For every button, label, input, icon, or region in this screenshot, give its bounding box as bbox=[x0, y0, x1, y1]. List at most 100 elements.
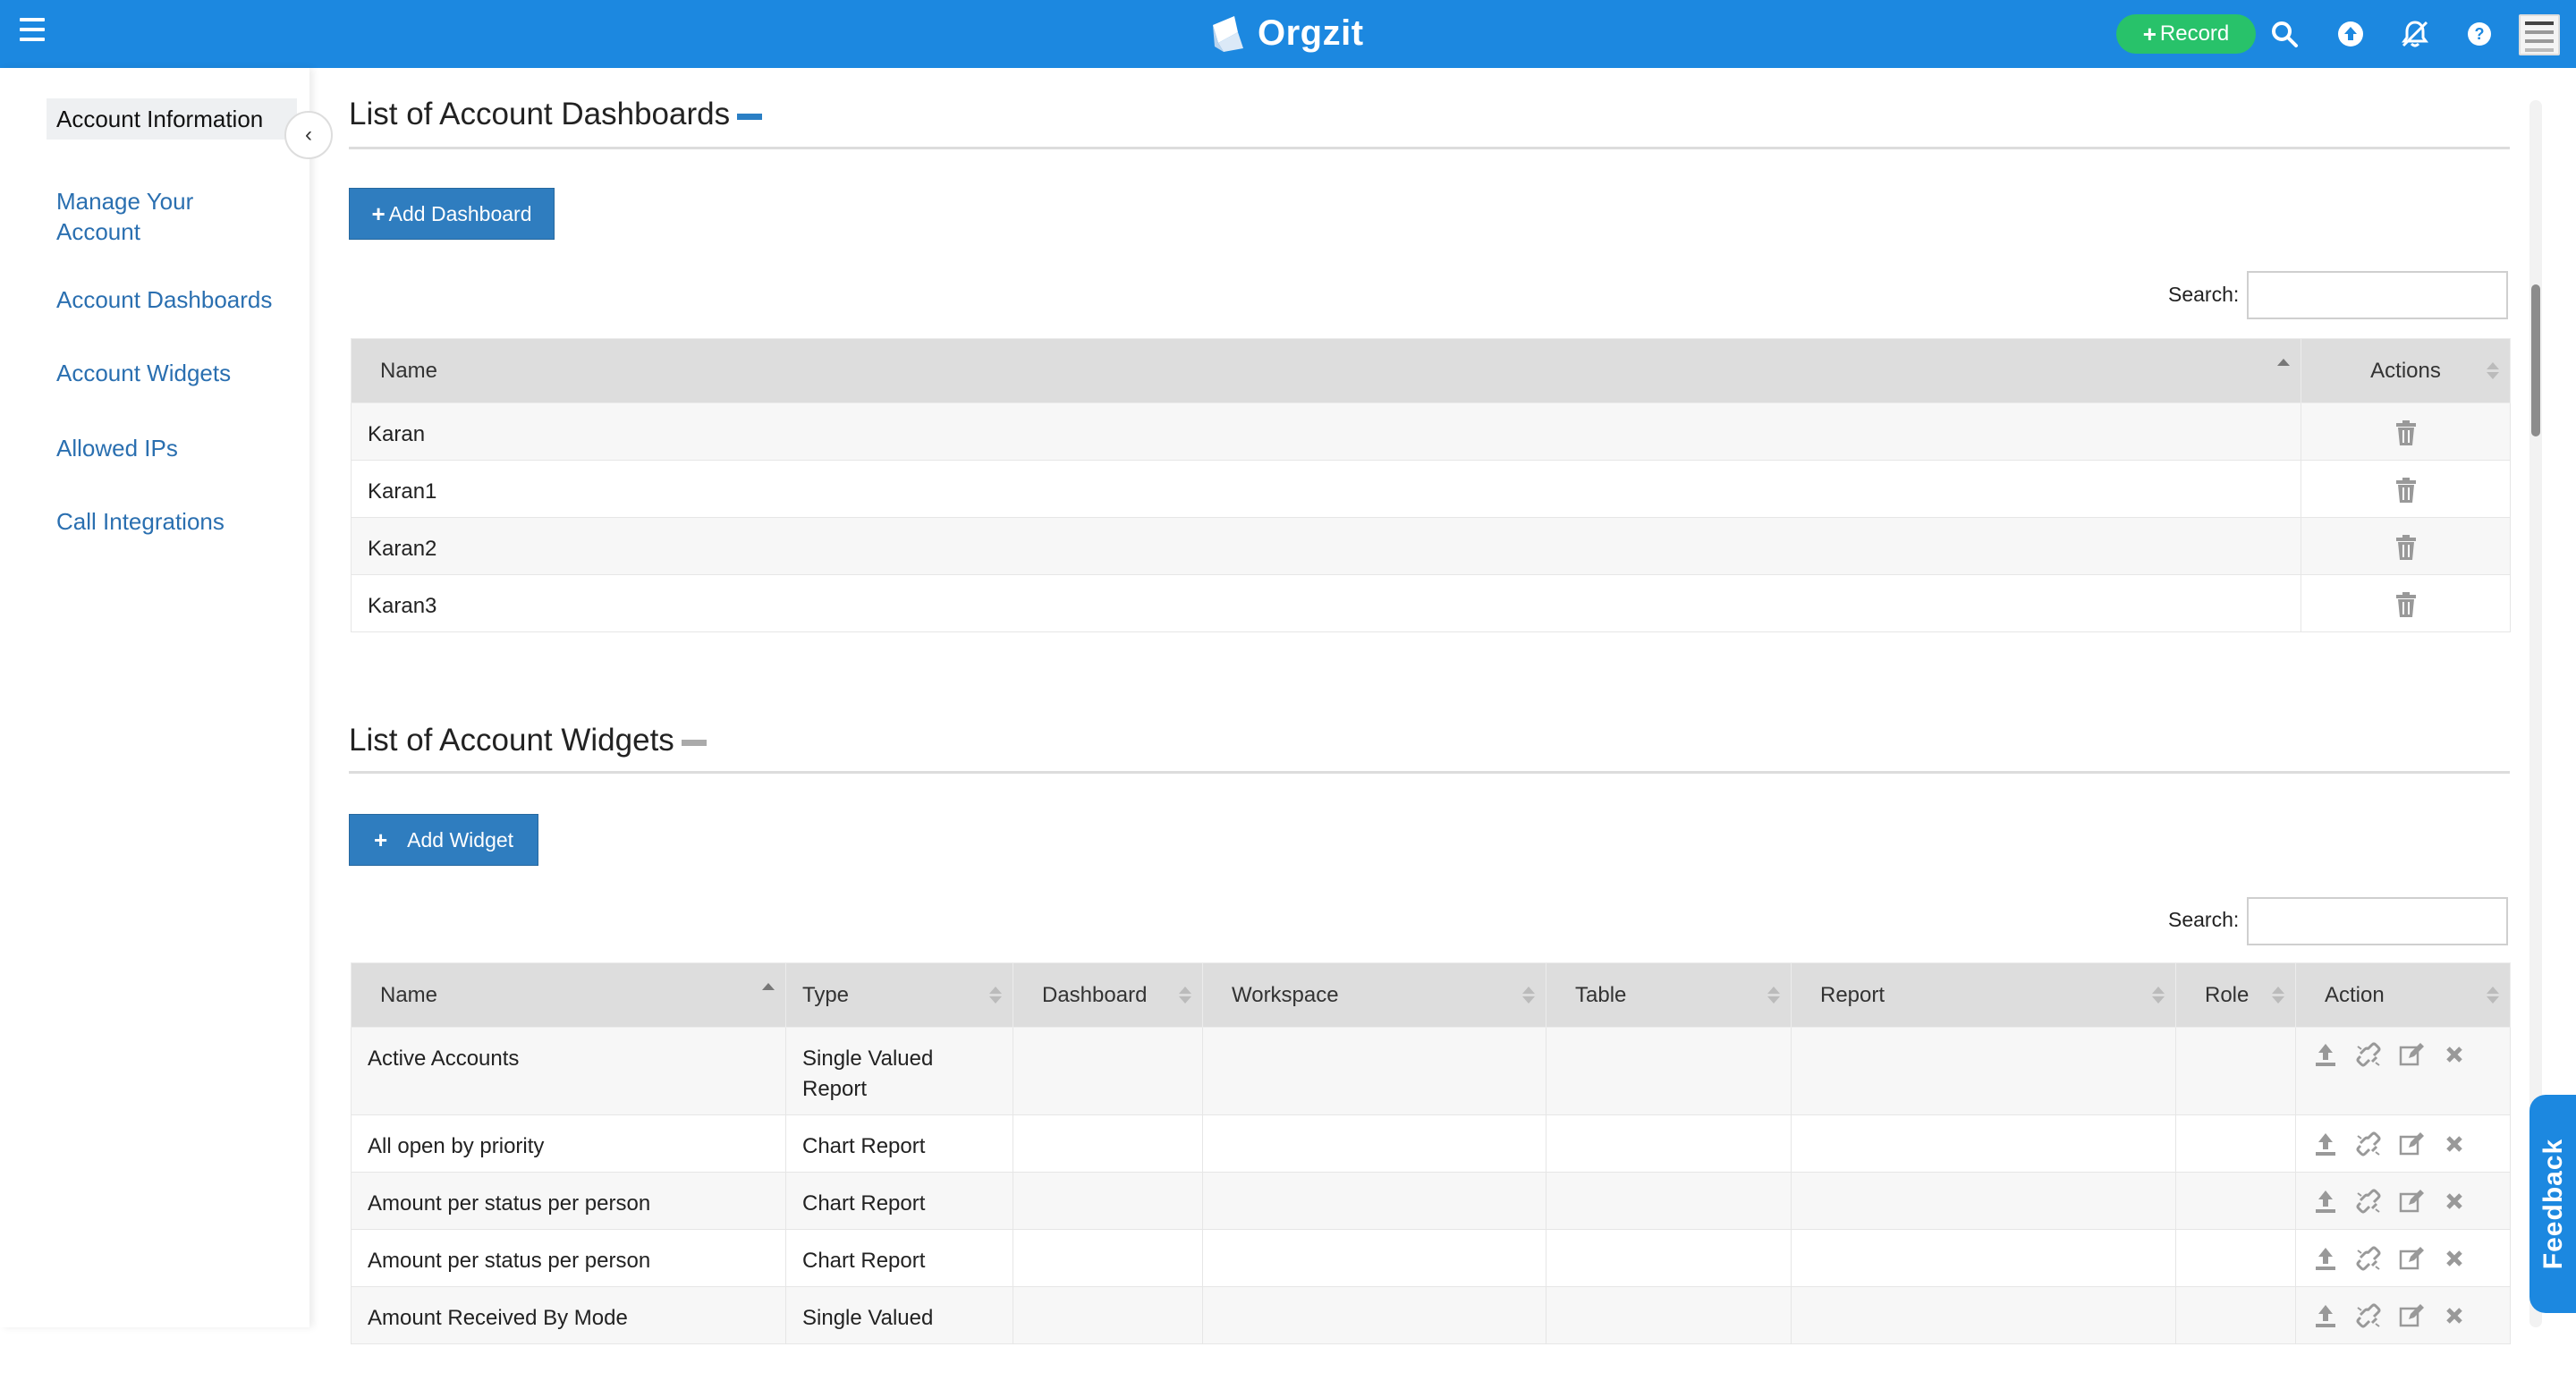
column-header-table[interactable]: Table bbox=[1546, 962, 1792, 1028]
dashboards-table: Name Actions Karan Karan1 Karan2 Karan3 bbox=[351, 338, 2511, 632]
unlink-icon[interactable] bbox=[2355, 1131, 2382, 1157]
trash-icon[interactable] bbox=[2394, 477, 2418, 504]
table-row[interactable]: Karan3 bbox=[351, 574, 2511, 632]
dashboards-search-input[interactable] bbox=[2247, 271, 2508, 319]
menu-icon[interactable] bbox=[20, 18, 48, 45]
delete-cell bbox=[2301, 460, 2511, 518]
add-record-button[interactable]: + Record bbox=[2116, 14, 2256, 54]
widget-type: Single Valued bbox=[785, 1286, 1013, 1344]
sidebar-item-account-dashboards[interactable]: Account Dashboards bbox=[47, 279, 297, 320]
table-row[interactable]: Karan1 bbox=[351, 460, 2511, 518]
empty-cell bbox=[1791, 1027, 2176, 1115]
upload-icon[interactable] bbox=[2312, 1041, 2339, 1068]
delete-icon[interactable] bbox=[2441, 1188, 2468, 1215]
dashboard-name: Karan1 bbox=[351, 460, 2301, 518]
column-header-dashboard[interactable]: Dashboard bbox=[1013, 962, 1203, 1028]
delete-icon[interactable] bbox=[2441, 1131, 2468, 1157]
collapse-widgets-icon[interactable] bbox=[681, 739, 707, 746]
empty-cell bbox=[1013, 1229, 1203, 1287]
divider bbox=[349, 771, 2510, 774]
column-header-report[interactable]: Report bbox=[1791, 962, 2176, 1028]
empty-cell bbox=[1013, 1114, 1203, 1173]
table-row[interactable]: Active Accounts Single Valued Report bbox=[351, 1027, 2511, 1115]
sidebar-item-call-integrations[interactable]: Call Integrations bbox=[47, 501, 297, 542]
dashboard-name: Karan3 bbox=[351, 574, 2301, 632]
delete-icon[interactable] bbox=[2441, 1041, 2468, 1068]
empty-cell bbox=[1791, 1114, 2176, 1173]
column-header-actions[interactable]: Actions bbox=[2301, 338, 2511, 403]
upload-icon[interactable] bbox=[2312, 1188, 2339, 1215]
edit-icon[interactable] bbox=[2398, 1041, 2425, 1068]
sort-icon bbox=[2272, 987, 2284, 1006]
widget-type: Chart Report bbox=[785, 1172, 1013, 1230]
collapse-dashboards-icon[interactable] bbox=[737, 113, 763, 120]
column-header-workspace[interactable]: Workspace bbox=[1202, 962, 1546, 1028]
widget-name: Amount per status per person bbox=[351, 1172, 786, 1230]
unlink-icon[interactable] bbox=[2355, 1041, 2382, 1068]
sort-asc-icon bbox=[2277, 359, 2290, 369]
trash-icon[interactable] bbox=[2394, 591, 2418, 618]
dashboards-title-text: List of Account Dashboards bbox=[349, 97, 731, 131]
sort-icon bbox=[1522, 987, 1535, 1006]
delete-cell bbox=[2301, 574, 2511, 632]
edit-icon[interactable] bbox=[2398, 1245, 2425, 1272]
sidebar-item-account-information[interactable]: Account Information bbox=[47, 98, 297, 140]
notifications-off-icon[interactable] bbox=[2399, 18, 2431, 50]
column-header-name[interactable]: Name bbox=[351, 338, 2301, 403]
add-widget-button[interactable]: + Add Widget bbox=[349, 814, 538, 866]
table-row[interactable]: Karan bbox=[351, 402, 2511, 461]
add-dashboard-label: Add Dashboard bbox=[388, 201, 532, 225]
avatar[interactable] bbox=[2519, 14, 2560, 55]
column-header-name[interactable]: Name bbox=[351, 962, 786, 1028]
sort-icon bbox=[2487, 362, 2499, 382]
search-icon[interactable] bbox=[2268, 18, 2301, 50]
delete-cell bbox=[2301, 402, 2511, 461]
empty-cell bbox=[1791, 1286, 2176, 1344]
unlink-icon[interactable] bbox=[2355, 1245, 2382, 1272]
add-dashboard-button[interactable]: + Add Dashboard bbox=[349, 188, 555, 240]
delete-cell bbox=[2301, 517, 2511, 575]
sidebar-item-allowed-ips[interactable]: Allowed IPs bbox=[47, 428, 297, 469]
widget-name: Amount Received By Mode bbox=[351, 1286, 786, 1344]
upload-icon[interactable] bbox=[2312, 1131, 2339, 1157]
help-icon[interactable]: ? bbox=[2463, 18, 2496, 50]
trash-icon[interactable] bbox=[2394, 534, 2418, 561]
edit-icon[interactable] bbox=[2398, 1188, 2425, 1215]
table-row[interactable]: Amount Received By Mode Single Valued bbox=[351, 1286, 2511, 1344]
upload-icon[interactable] bbox=[2312, 1245, 2339, 1272]
widget-name: All open by priority bbox=[351, 1114, 786, 1173]
column-header-type[interactable]: Type bbox=[785, 962, 1013, 1028]
widget-type-line1: Single Valued bbox=[802, 1306, 934, 1330]
plus-icon: + bbox=[371, 199, 386, 227]
delete-icon[interactable] bbox=[2441, 1245, 2468, 1272]
table-row[interactable]: Karan2 bbox=[351, 517, 2511, 575]
empty-cell bbox=[1202, 1172, 1546, 1230]
empty-cell bbox=[1202, 1286, 1546, 1344]
widget-type-line1: Chart Report bbox=[802, 1249, 926, 1273]
unlink-icon[interactable] bbox=[2355, 1302, 2382, 1329]
delete-icon[interactable] bbox=[2441, 1302, 2468, 1329]
feedback-button[interactable]: Feedback bbox=[2529, 1095, 2576, 1313]
upload-icon[interactable] bbox=[2312, 1302, 2339, 1329]
edit-icon[interactable] bbox=[2398, 1302, 2425, 1329]
add-widget-label: Add Widget bbox=[407, 827, 514, 851]
unlink-icon[interactable] bbox=[2355, 1188, 2382, 1215]
sidebar-item-manage-your-account[interactable]: Manage Your Account bbox=[47, 181, 243, 252]
table-row[interactable]: Amount per status per person Chart Report bbox=[351, 1172, 2511, 1230]
sidebar-item-account-widgets[interactable]: Account Widgets bbox=[47, 352, 297, 394]
column-header-action[interactable]: Action bbox=[2295, 962, 2511, 1028]
sort-icon bbox=[2487, 987, 2499, 1006]
edit-icon[interactable] bbox=[2398, 1131, 2425, 1157]
column-header-role[interactable]: Role bbox=[2175, 962, 2296, 1028]
app-logo[interactable]: Orgzit bbox=[1208, 7, 1364, 59]
sidebar-collapse-button[interactable]: ‹ bbox=[284, 111, 333, 159]
widgets-search-input[interactable] bbox=[2247, 897, 2508, 945]
empty-cell bbox=[1013, 1172, 1203, 1230]
page-scrollbar-thumb[interactable] bbox=[2531, 284, 2540, 436]
upload-icon[interactable] bbox=[2334, 18, 2367, 50]
trash-icon[interactable] bbox=[2394, 419, 2418, 446]
sort-icon bbox=[1767, 987, 1780, 1006]
empty-cell bbox=[1202, 1229, 1546, 1287]
table-row[interactable]: All open by priority Chart Report bbox=[351, 1114, 2511, 1173]
table-row[interactable]: Amount per status per person Chart Report bbox=[351, 1229, 2511, 1287]
